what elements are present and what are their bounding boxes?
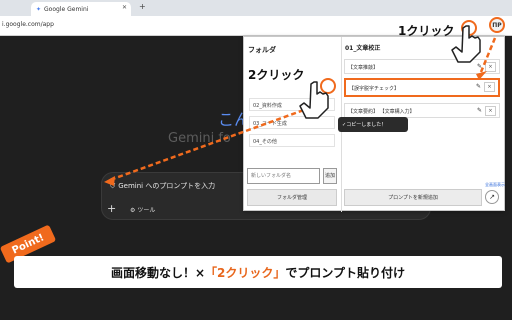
annotation-click1: 1クリック: [398, 24, 455, 38]
banner-part-b: 「2クリック」: [205, 265, 286, 280]
arrow-dashed-2: [109, 100, 327, 182]
banner-part-c: でプロンプト貼り付け: [285, 265, 406, 280]
banner-part-a: 画面移動なし！×: [110, 265, 206, 280]
arrowhead-1: [476, 71, 487, 80]
caption-banner: 画面移動なし！× 「2クリック」 でプロンプト貼り付け: [14, 256, 502, 288]
click-circle-2: [320, 78, 336, 94]
arrow-dashed-1: [479, 37, 497, 73]
arrowhead-2: [104, 176, 115, 186]
hand-pointer-icon: [299, 81, 329, 119]
annotation-click2: 2クリック: [248, 68, 305, 82]
